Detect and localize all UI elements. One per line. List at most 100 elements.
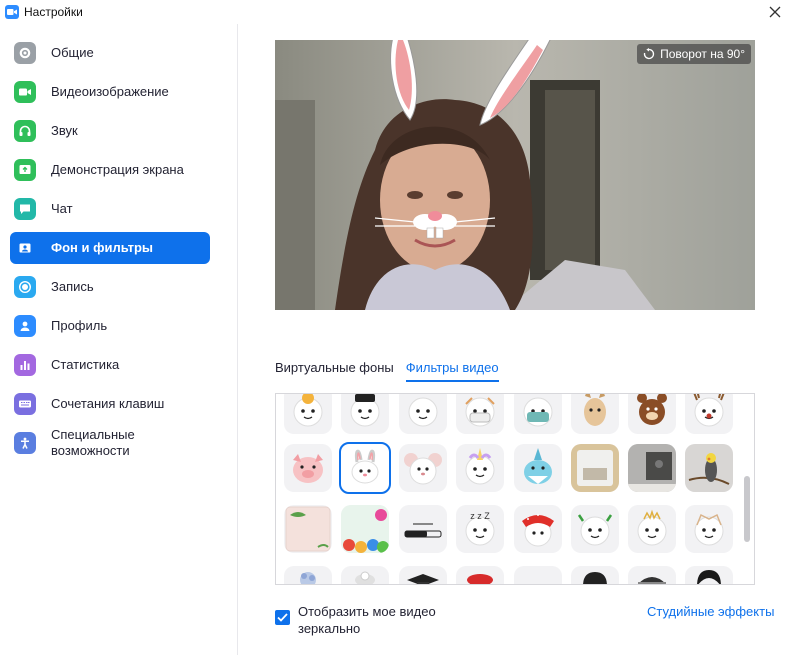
filter-hat-white[interactable]: [341, 566, 389, 584]
hat-white-icon: [355, 571, 375, 584]
sleepy-face-icon: z z Z: [465, 511, 495, 546]
svg-text:z z Z: z z Z: [470, 511, 490, 521]
beard-face-icon: [694, 513, 724, 546]
sidebar-item-record[interactable]: Запись: [10, 271, 210, 303]
filter-bunny[interactable]: [339, 442, 391, 494]
filter-flower[interactable]: [284, 566, 332, 584]
close-icon: [769, 6, 781, 18]
shark-icon: [524, 448, 552, 484]
sidebar-item-headphones[interactable]: Звук: [10, 115, 210, 147]
filter-mouse[interactable]: [399, 444, 447, 492]
face-glasses-icon: [293, 394, 323, 427]
filter-none[interactable]: [514, 566, 562, 584]
settings-window: Настройки Общие Видеоизображение Звук Демон…: [0, 0, 791, 655]
background-filters-panel: Поворот на 90° Виртуальные фоны Фильтры …: [238, 24, 791, 655]
filter-beard-face[interactable]: [685, 505, 733, 553]
filter-face-mask-blue[interactable]: [514, 394, 562, 434]
filter-mirror-frame[interactable]: [571, 444, 619, 492]
rotate-90-button[interactable]: Поворот на 90°: [637, 44, 751, 64]
window-title: Настройки: [24, 5, 83, 19]
headphones-icon: [14, 120, 36, 142]
filter-hair-black[interactable]: [685, 566, 733, 584]
bunny-icon: [351, 449, 379, 484]
filter-crown-face[interactable]: [628, 505, 676, 553]
beret-icon: [467, 574, 493, 584]
filter-bird[interactable]: [685, 444, 733, 492]
sidebar-item-profile[interactable]: Профиль: [10, 310, 210, 342]
filter-hair-dark[interactable]: [571, 566, 619, 584]
filter-sprout-face[interactable]: [571, 505, 619, 553]
filter-bear[interactable]: [628, 394, 676, 434]
reindeer-icon: [693, 394, 725, 427]
video-camera-icon: [14, 81, 36, 103]
sidebar-item-label: Специальные возможности: [51, 427, 135, 458]
mirror-video-option: Отобразить мое видео зеркально: [275, 603, 438, 637]
filter-reindeer[interactable]: [685, 394, 733, 434]
filter-graduation-cap[interactable]: [399, 566, 447, 584]
sidebar-item-share-screen[interactable]: Демонстрация экрана: [10, 154, 210, 186]
tab-virtual-backgrounds[interactable]: Виртуальные фоны: [275, 360, 394, 382]
camera-feed-image: [275, 40, 755, 310]
rotate-icon: [643, 48, 655, 60]
pig-icon: [293, 454, 323, 483]
mouse-icon: [404, 453, 442, 485]
tab-video-filters[interactable]: Фильтры видео: [405, 360, 499, 382]
sidebar-item-accessibility[interactable]: Специальные возможности: [10, 423, 210, 463]
share-screen-icon: [14, 159, 36, 181]
sidebar-item-label: Статистика: [51, 357, 120, 372]
filter-shark[interactable]: [514, 444, 562, 492]
scrollbar-thumb[interactable]: [744, 476, 750, 542]
mirror-video-checkbox[interactable]: [275, 610, 290, 625]
close-button[interactable]: [765, 2, 785, 22]
filter-loading-bar[interactable]: [399, 505, 447, 553]
filter-pig[interactable]: [284, 444, 332, 492]
filter-unicorn[interactable]: [456, 444, 504, 492]
leaf-frame-icon: [285, 506, 331, 552]
filter-face-mask-white[interactable]: [456, 394, 504, 434]
filter-tv-frame[interactable]: [628, 444, 676, 492]
graduation-cap-icon: [407, 574, 439, 584]
tv-frame-icon: [628, 444, 676, 492]
sidebar-item-label: Звук: [51, 123, 78, 138]
sidebar-item-label: Чат: [51, 201, 73, 216]
filter-face-glasses[interactable]: [284, 394, 332, 434]
gear-icon: [14, 42, 36, 64]
sidebar-item-label: Общие: [51, 45, 94, 60]
sidebar-item-label: Видеоизображение: [51, 84, 169, 99]
rotate-label: Поворот на 90°: [660, 47, 745, 61]
red-bandana-icon: [522, 514, 554, 547]
bird-icon: [685, 444, 733, 492]
filter-helmet[interactable]: [628, 566, 676, 584]
mirror-frame-icon: [571, 444, 619, 492]
title-bar: Настройки: [0, 0, 791, 24]
sidebar-item-label: Сочетания клавиш: [51, 396, 165, 411]
unicorn-icon: [465, 448, 495, 485]
sidebar-item-statistics[interactable]: Статистика: [10, 349, 210, 381]
filter-red-bandana[interactable]: [514, 505, 562, 553]
filter-face-hat[interactable]: [341, 394, 389, 434]
statistics-icon: [14, 354, 36, 376]
studio-effects-link[interactable]: Студийные эффекты: [647, 604, 774, 619]
filter-beret[interactable]: [456, 566, 504, 584]
filter-leaf-frame[interactable]: [284, 505, 332, 553]
loading-bar-icon: [404, 523, 442, 538]
sidebar-item-background[interactable]: Фон и фильтры: [10, 232, 210, 264]
face-hat-icon: [350, 394, 380, 427]
video-filters-grid: z z Z: [275, 393, 755, 585]
bear-icon: [637, 394, 667, 425]
checkmark-icon: [277, 613, 288, 622]
sidebar-item-label: Профиль: [51, 318, 108, 333]
video-preview: Поворот на 90°: [275, 40, 755, 310]
filter-llama[interactable]: [571, 394, 619, 434]
accessibility-icon: [14, 432, 36, 454]
filter-sleepy-face[interactable]: z z Z: [456, 505, 504, 553]
sidebar-item-gear[interactable]: Общие: [10, 37, 210, 69]
filter-face-plain[interactable]: [399, 394, 447, 434]
crown-face-icon: [637, 509, 667, 546]
sidebar-item-video-camera[interactable]: Видеоизображение: [10, 76, 210, 108]
sidebar-item-keyboard[interactable]: Сочетания клавиш: [10, 388, 210, 420]
filter-candy-frame[interactable]: [341, 505, 389, 553]
sidebar-item-chat[interactable]: Чат: [10, 193, 210, 225]
filters-scrollbar[interactable]: [744, 398, 750, 580]
flower-icon: [300, 572, 316, 584]
